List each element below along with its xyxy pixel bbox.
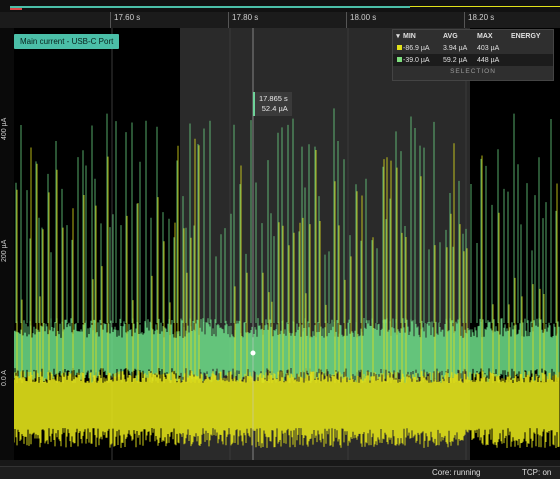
stat-avg: 3.94 µA	[443, 44, 468, 52]
time-tick-label: 17.60 s	[114, 13, 141, 22]
series-swatch-icon	[397, 56, 402, 62]
tick-mark	[464, 12, 465, 28]
time-tick-label: 17.80 s	[232, 13, 259, 22]
time-axis[interactable]: 17.60 s 17.80 s 18.00 s 18.20 s	[0, 12, 560, 29]
time-tick-label: 18.00 s	[350, 13, 377, 22]
cursor-dot	[250, 350, 256, 356]
stats-header: ▾ MIN AVG MAX ENERGY	[393, 30, 553, 42]
series-tag[interactable]: Main current - USB-C Port	[14, 34, 120, 49]
y-tick-label: 400 µA	[1, 117, 8, 140]
stats-row: -39.0 µA 59.2 µA 448 µA	[393, 54, 553, 66]
cursor-readout: 17.865 s 52.4 µA	[253, 92, 292, 116]
chevron-down-icon[interactable]: ▾	[393, 32, 403, 40]
y-tick-label: 200 µA	[1, 239, 8, 262]
status-bar: Core: running TCP: on	[0, 466, 560, 479]
stats-header-energy: ENERGY	[511, 32, 541, 40]
current-axis[interactable]: 400 µA 200 µA 0.0 A	[0, 28, 15, 460]
cursor-time: 17.865 s	[259, 94, 288, 103]
stat-avg: 59.2 µA	[443, 56, 468, 64]
stats-footer: SELECTION	[450, 68, 496, 75]
overview-minimap[interactable]	[0, 0, 560, 13]
stats-header-min: MIN	[403, 32, 416, 40]
stat-max: 448 µA	[477, 56, 500, 64]
selection-stats-panel: ▾ MIN AVG MAX ENERGY -86.9 µA 3.94 µA 40…	[392, 29, 554, 81]
tick-mark	[346, 12, 347, 28]
cursor-value: 52.4 µA	[261, 104, 288, 113]
stats-header-max: MAX	[477, 32, 493, 40]
y-tick-label: 0.0 A	[1, 370, 8, 386]
stats-row: -86.9 µA 3.94 µA 403 µA	[393, 42, 553, 54]
stat-max: 403 µA	[477, 44, 500, 52]
stat-min: -86.9 µA	[403, 44, 430, 52]
tick-mark	[228, 12, 229, 28]
tcp-status: TCP: on	[522, 468, 552, 477]
time-tick-label: 18.20 s	[468, 13, 495, 22]
series-swatch-icon	[397, 44, 402, 50]
core-status: Core: running	[432, 468, 481, 477]
stats-header-avg: AVG	[443, 32, 458, 40]
stat-min: -39.0 µA	[403, 56, 430, 64]
power-profiler-view: 17.60 s 17.80 s 18.00 s 18.20 s 400 µA 2…	[0, 0, 560, 479]
tick-mark	[110, 12, 111, 28]
